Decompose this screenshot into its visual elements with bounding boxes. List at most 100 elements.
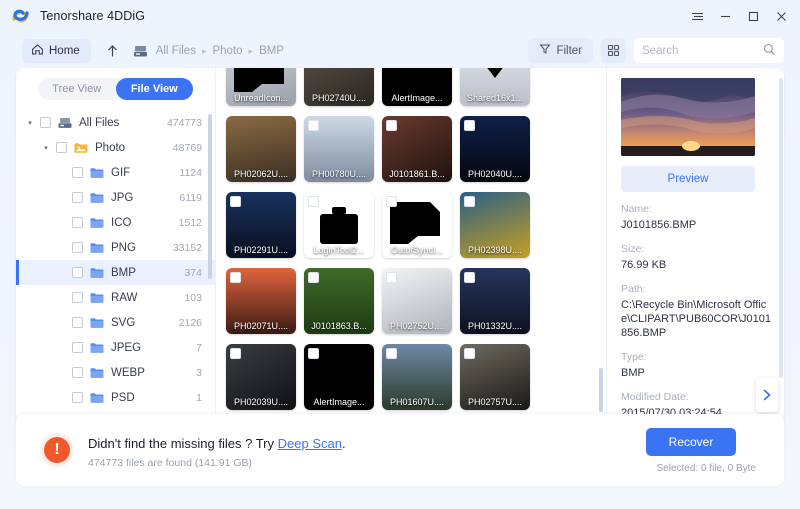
sidebar-item-gif[interactable]: GIF 1124 xyxy=(16,160,216,185)
file-thumbnail[interactable]: OutofSyncI... xyxy=(382,192,452,258)
search-input[interactable] xyxy=(642,44,762,57)
sidebar-item-count: 2126 xyxy=(178,316,202,329)
thumbnail-checkbox[interactable] xyxy=(464,272,475,283)
sidebar-scrollbar[interactable] xyxy=(208,114,212,279)
search-icon[interactable] xyxy=(763,43,776,61)
file-thumbnail[interactable]: J0101861.B... xyxy=(382,116,452,182)
maximize-button[interactable] xyxy=(740,3,766,29)
chevron-down-icon[interactable]: ▾ xyxy=(40,144,52,152)
checkbox[interactable] xyxy=(72,392,83,403)
checkbox[interactable] xyxy=(72,217,83,228)
thumbnail-checkbox[interactable] xyxy=(464,120,475,131)
sidebar-item-ico[interactable]: ICO 1512 xyxy=(16,210,216,235)
minimize-button[interactable] xyxy=(712,3,738,29)
folder-icon xyxy=(90,292,104,304)
go-up-button[interactable] xyxy=(103,41,123,61)
toolbar-actions: Filter xyxy=(528,38,784,63)
thumbnail-checkbox[interactable] xyxy=(230,272,241,283)
checkbox[interactable] xyxy=(72,367,83,378)
checkbox[interactable] xyxy=(72,342,83,353)
file-thumbnail[interactable]: PH00780U.... xyxy=(304,116,374,182)
sidebar-item-psd[interactable]: PSD 1 xyxy=(16,385,216,410)
file-thumbnail[interactable]: AlertImage... xyxy=(382,68,452,106)
sidebar-item-svg[interactable]: SVG 2126 xyxy=(16,310,216,335)
file-thumbnail[interactable]: PH02398U.... xyxy=(460,192,530,258)
file-thumbnail[interactable]: PH02039U.... xyxy=(226,344,296,410)
main-panel: Tree View File View ▾ All Files 474773 ▾ Pho… xyxy=(16,68,784,422)
file-thumbnail[interactable]: AlertImage... xyxy=(304,344,374,410)
file-type-tree: ▾ All Files 474773 ▾ Photo 48769 GIF 1124 JPG 611… xyxy=(16,110,216,422)
sidebar-item-bmp[interactable]: BMP 374 xyxy=(16,260,216,285)
sidebar-item-count: 3 xyxy=(196,366,202,379)
thumbnail-checkbox[interactable] xyxy=(230,196,241,207)
deep-scan-link[interactable]: Deep Scan xyxy=(278,436,342,451)
thumbnail-checkbox[interactable] xyxy=(230,348,241,359)
sidebar-item-photo[interactable]: ▾ Photo 48769 xyxy=(16,135,216,160)
file-thumbnail[interactable]: LoginTool2... xyxy=(304,192,374,258)
checkbox[interactable] xyxy=(72,167,83,178)
breadcrumb-item-photo[interactable]: Photo xyxy=(212,45,242,57)
sidebar-item-jpeg[interactable]: JPEG 7 xyxy=(16,335,216,360)
sidebar-item-png[interactable]: PNG 33152 xyxy=(16,235,216,260)
collapse-details-button[interactable] xyxy=(756,378,778,412)
file-thumbnail[interactable]: PH02757U.... xyxy=(460,344,530,410)
details-scrollbar[interactable] xyxy=(779,78,783,378)
checkbox[interactable] xyxy=(72,192,83,203)
thumbnail-checkbox[interactable] xyxy=(386,196,397,207)
thumbnail-checkbox[interactable] xyxy=(386,348,397,359)
checkbox[interactable] xyxy=(72,317,83,328)
chevron-down-icon[interactable]: ▾ xyxy=(24,119,36,127)
drive-icon xyxy=(58,117,72,129)
drive-icon xyxy=(133,44,148,58)
checkbox[interactable] xyxy=(72,267,83,278)
thumbnail-checkbox[interactable] xyxy=(308,272,319,283)
sidebar-item-raw[interactable]: RAW 103 xyxy=(16,285,216,310)
file-thumbnail[interactable]: J0101863.B... xyxy=(304,268,374,334)
thumbnail-checkbox[interactable] xyxy=(386,272,397,283)
thumbnail-checkbox[interactable] xyxy=(308,348,319,359)
home-button[interactable]: Home xyxy=(22,39,91,63)
file-thumbnail[interactable]: Shared16x1... xyxy=(460,68,530,106)
thumbnail-checkbox[interactable] xyxy=(464,196,475,207)
preview-button[interactable]: Preview xyxy=(621,166,755,192)
close-button[interactable] xyxy=(768,3,794,29)
file-thumbnail[interactable]: PH02040U.... xyxy=(460,116,530,182)
breadcrumb-item-all-files[interactable]: All Files xyxy=(156,45,196,57)
recover-button[interactable]: Recover xyxy=(646,428,736,456)
sidebar-item-count: 1 xyxy=(196,391,202,404)
sidebar-item-webp[interactable]: WEBP 3 xyxy=(16,360,216,385)
thumbnail-checkbox[interactable] xyxy=(464,348,475,359)
detail-value: C:\Recycle Bin\Microsoft Office\CLIPART\… xyxy=(621,299,771,339)
tab-file-view[interactable]: File View xyxy=(115,78,193,100)
filter-button[interactable]: Filter xyxy=(528,38,593,63)
file-thumbnail[interactable]: UnreadIcon... xyxy=(226,68,296,106)
sidebar-item-label: All Files xyxy=(79,116,120,129)
sidebar-item-label: RAW xyxy=(111,291,138,304)
checkbox[interactable] xyxy=(72,292,83,303)
file-thumbnail[interactable]: PH02740U.... xyxy=(304,68,374,106)
search-box[interactable] xyxy=(634,38,784,63)
checkbox[interactable] xyxy=(72,242,83,253)
grid-view-toggle[interactable] xyxy=(601,38,626,63)
thumbnail-checkbox[interactable] xyxy=(386,120,397,131)
breadcrumb-item-bmp[interactable]: BMP xyxy=(259,45,284,57)
file-thumbnail[interactable]: PH01332U.... xyxy=(460,268,530,334)
file-thumbnail[interactable]: PH02291U.... xyxy=(226,192,296,258)
tab-tree-view[interactable]: Tree View xyxy=(38,78,116,100)
detail-key: Name: xyxy=(621,203,652,215)
sidebar-item-jpg[interactable]: JPG 6119 xyxy=(16,185,216,210)
thumbnail-checkbox[interactable] xyxy=(308,120,319,131)
app-title: Tenorshare 4DDiG xyxy=(40,9,146,23)
menu-button[interactable] xyxy=(684,3,710,29)
checkbox[interactable] xyxy=(40,117,51,128)
thumbnail-label: PH02071U.... xyxy=(233,321,289,331)
file-grid-scrollbar[interactable] xyxy=(599,368,603,412)
thumbnail-checkbox[interactable] xyxy=(308,196,319,207)
file-thumbnail[interactable]: PH02752U.... xyxy=(382,268,452,334)
checkbox[interactable] xyxy=(56,142,67,153)
file-thumbnail[interactable]: PH02071U.... xyxy=(226,268,296,334)
home-icon xyxy=(31,43,44,59)
sidebar-item-all-files[interactable]: ▾ All Files 474773 xyxy=(16,110,216,135)
file-thumbnail[interactable]: PH01607U.... xyxy=(382,344,452,410)
file-thumbnail[interactable]: PH02062U.... xyxy=(226,116,296,182)
